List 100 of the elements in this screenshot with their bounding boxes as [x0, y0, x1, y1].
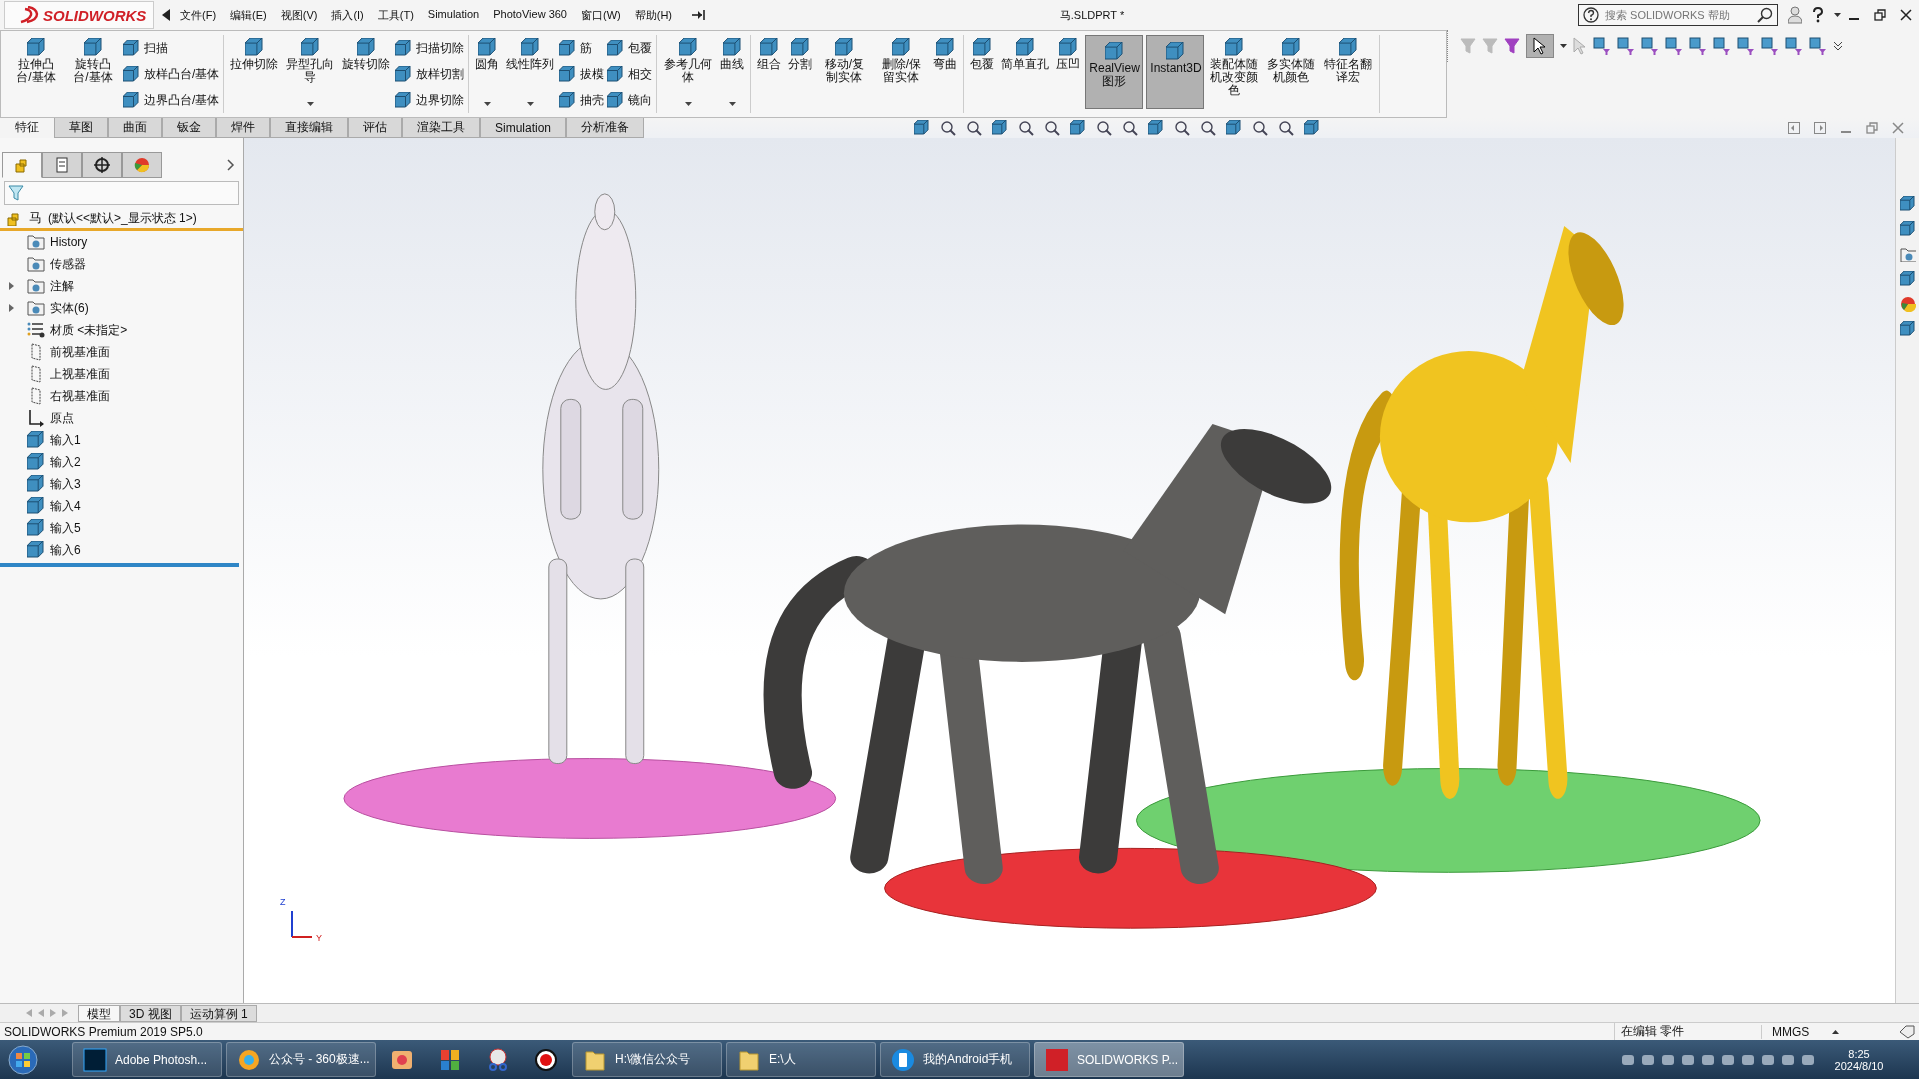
filter-field[interactable]	[4, 181, 239, 205]
command-tab[interactable]: 渲染工具	[402, 118, 480, 138]
ribbon-button[interactable]: 特征名翻译宏	[1321, 35, 1376, 109]
command-tab[interactable]: 草图	[54, 118, 108, 138]
view-tool-icon[interactable]	[1278, 120, 1295, 136]
ribbon-button[interactable]: 圆角	[473, 35, 502, 109]
taskbar-button[interactable]: H:\微信公众号	[572, 1042, 722, 1077]
view-tool-icon[interactable]	[940, 120, 957, 136]
search-field[interactable]: 搜索 SOLIDWORKS 帮助	[1578, 4, 1778, 26]
view-tool-icon[interactable]	[1304, 120, 1321, 136]
color-wheel-icon[interactable]	[1899, 296, 1916, 312]
tree-item[interactable]: History	[0, 231, 243, 253]
view-tool-icon[interactable]	[992, 120, 1009, 136]
tree-root-item[interactable]: 马 (默认<<默认>_显示状态 1>)	[0, 208, 243, 231]
filter-icon[interactable]	[1617, 37, 1635, 55]
ribbon-button[interactable]: 曲线	[718, 35, 747, 109]
ribbon-button[interactable]: 简单直孔	[999, 35, 1052, 109]
view-tool-icon[interactable]	[1148, 120, 1165, 136]
ribbon-button[interactable]: 旋转凸台/基体	[66, 35, 120, 109]
filter-icon[interactable]	[1689, 37, 1707, 55]
cube-icon[interactable]	[1899, 221, 1916, 237]
tree-item[interactable]: 前视基准面	[0, 341, 243, 363]
filter-icon[interactable]	[1593, 37, 1611, 55]
pin-icon[interactable]	[692, 9, 706, 21]
chevron-icon[interactable]	[1833, 41, 1843, 51]
ribbon-button[interactable]: Instant3D	[1146, 35, 1205, 109]
ribbon-button[interactable]: 拉伸凸台/基体	[9, 35, 63, 109]
view-tool-icon[interactable]	[914, 120, 931, 136]
panel-right-icon[interactable]	[1814, 122, 1826, 134]
menu-item[interactable]: 视图(V)	[280, 7, 318, 23]
command-tab[interactable]: 钣金	[162, 118, 216, 138]
tree-item[interactable]: 传感器	[0, 253, 243, 275]
ribbon-button[interactable]: 异型孔向导	[283, 35, 338, 109]
filter-icon[interactable]	[1737, 37, 1755, 55]
up-arrow-icon[interactable]	[1832, 1029, 1839, 1034]
folder-icon[interactable]	[1899, 246, 1916, 262]
ribbon-button[interactable]: 线性阵列	[504, 35, 557, 109]
view-tool-icon[interactable]	[1018, 120, 1035, 136]
ribbon-button[interactable]: 装配体随机改变颜色	[1207, 35, 1262, 109]
tree-item[interactable]: 输入1	[0, 429, 243, 451]
menu-item[interactable]: 插入(I)	[331, 7, 364, 23]
view-tool-icon[interactable]	[1252, 120, 1269, 136]
ribbon-button[interactable]: 相交	[607, 63, 653, 85]
restore-icon[interactable]	[1874, 9, 1886, 21]
tree-item[interactable]: 输入4	[0, 495, 243, 517]
ribbon-button[interactable]: RealView图形	[1085, 35, 1144, 109]
dropdown-arrow-icon[interactable]	[1560, 44, 1567, 48]
command-tab[interactable]: Simulation	[480, 118, 567, 138]
menu-item[interactable]: 帮助(H)	[634, 7, 672, 23]
view-tool-icon[interactable]	[1070, 120, 1087, 136]
panel-tab[interactable]	[82, 152, 122, 178]
tree-item[interactable]: 材质 <未指定>	[0, 319, 243, 341]
tree-item[interactable]: 原点	[0, 407, 243, 429]
taskbar-button[interactable]: E:\人	[726, 1042, 876, 1077]
ribbon-button[interactable]: 分割	[786, 35, 815, 109]
ribbon-button[interactable]: 包覆	[607, 37, 653, 59]
view-tool-icon[interactable]	[966, 120, 983, 136]
left-caret-icon[interactable]	[162, 9, 170, 21]
ribbon-button[interactable]: 参考几何体	[661, 35, 716, 109]
ribbon-button[interactable]: 扫描	[123, 37, 220, 59]
close-icon[interactable]	[1900, 9, 1912, 21]
ribbon-button[interactable]: 拔模	[559, 63, 605, 85]
filter-icon[interactable]	[1761, 37, 1779, 55]
tree-item[interactable]: 输入2	[0, 451, 243, 473]
filter-icon[interactable]	[1809, 37, 1827, 55]
menu-item[interactable]: 文件(F)	[180, 7, 217, 23]
ribbon-button[interactable]: 筋	[559, 37, 605, 59]
command-tab[interactable]: 评估	[348, 118, 402, 138]
expand-arrow-icon[interactable]	[8, 282, 14, 290]
ribbon-button[interactable]: 放样凸台/基体	[123, 63, 220, 85]
ribbon-button[interactable]: 弯曲	[931, 35, 960, 109]
view-tool-icon[interactable]	[1200, 120, 1217, 136]
start-button-icon[interactable]	[8, 1044, 38, 1075]
user-icon[interactable]	[1788, 6, 1802, 24]
expand-arrow-icon[interactable]	[8, 304, 14, 312]
units-selector[interactable]: MMGS	[1761, 1024, 1822, 1039]
view-tool-icon[interactable]	[1122, 120, 1139, 136]
command-tab[interactable]: 曲面	[108, 118, 162, 138]
command-tab[interactable]: 分析准备	[566, 118, 645, 138]
ribbon-button[interactable]: 移动/复制实体	[817, 35, 872, 109]
view-tool-icon[interactable]	[1096, 120, 1113, 136]
taskbar-button[interactable]: Adobe Photosh...	[72, 1042, 222, 1077]
tree-item[interactable]: 右视基准面	[0, 385, 243, 407]
ribbon-button[interactable]: 多实体随机颜色	[1264, 35, 1319, 109]
ribbon-button[interactable]: 镜向	[607, 89, 653, 111]
tree-item[interactable]: 上视基准面	[0, 363, 243, 385]
ribbon-button[interactable]: 压凹	[1054, 35, 1083, 109]
command-tab[interactable]: 焊件	[216, 118, 270, 138]
menu-item[interactable]: 窗口(W)	[581, 7, 621, 23]
dropdown-arrow-icon[interactable]	[1834, 13, 1841, 17]
select-button[interactable]	[1526, 34, 1554, 58]
ribbon-button[interactable]: 边界切除	[395, 89, 465, 111]
ribbon-button[interactable]: 抽壳	[559, 89, 605, 111]
tree-item[interactable]: 实体(6)	[0, 297, 243, 319]
ribbon-button[interactable]: 旋转切除	[340, 35, 393, 109]
view-tool-icon[interactable]	[1174, 120, 1191, 136]
command-tab[interactable]: 直接编辑	[270, 118, 348, 138]
menu-item[interactable]: Simulation	[427, 7, 480, 23]
filter-icon[interactable]	[1665, 37, 1683, 55]
model-tab[interactable]: 运动算例 1	[180, 1004, 257, 1022]
